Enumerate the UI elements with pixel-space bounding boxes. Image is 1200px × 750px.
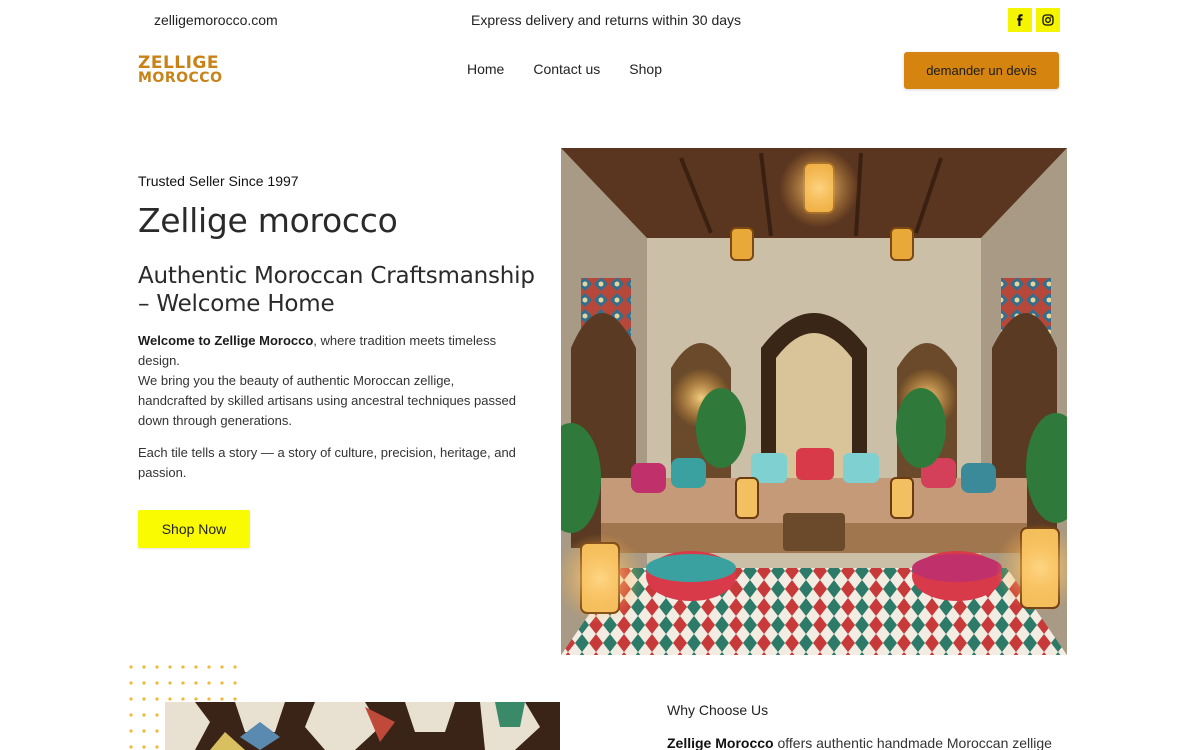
request-quote-button[interactable]: demander un devis	[904, 52, 1059, 89]
zellige-tile-image	[165, 702, 560, 750]
nav-contact-us[interactable]: Contact us	[533, 61, 600, 77]
site-domain-link[interactable]: zelligemorocco.com	[154, 12, 278, 28]
instagram-icon[interactable]	[1036, 8, 1060, 32]
why-text-rest: offers authentic handmade Moroccan zelli…	[773, 735, 1052, 750]
hero-intro-bold: Welcome to Zellige Morocco	[138, 333, 314, 348]
why-text-bold: Zellige Morocco	[667, 735, 774, 750]
logo-line-1: ZELLIGE	[138, 53, 219, 73]
nav-shop[interactable]: Shop	[629, 61, 662, 77]
promo-text: Express delivery and returns within 30 d…	[471, 12, 742, 28]
why-choose-us-text: Zellige Morocco offers authentic handmad…	[667, 735, 1052, 750]
hero-intro-line2: We bring you the beauty of authentic Mor…	[138, 373, 516, 428]
hero-story-paragraph: Each tile tells a story — a story of cul…	[138, 445, 516, 480]
logo[interactable]: ZELLIGE MOROCCO	[138, 53, 232, 86]
hero-intro-paragraph: Welcome to Zellige Morocco, where tradit…	[138, 331, 518, 431]
hero-title: Zellige morocco	[138, 201, 398, 240]
nav-home[interactable]: Home	[467, 61, 504, 77]
top-bar: zelligemorocco.com Express delivery and …	[0, 0, 1200, 42]
why-choose-us-heading: Why Choose Us	[667, 702, 769, 718]
main-nav: Home Contact us Shop	[467, 61, 691, 77]
facebook-icon[interactable]	[1008, 8, 1032, 32]
hero-moroccan-interior-image	[561, 148, 1067, 655]
logo-line-2: MOROCCO	[138, 70, 223, 86]
shop-now-button[interactable]: Shop Now	[138, 510, 250, 548]
hero-subtitle: Authentic Moroccan Craftsmanship – Welco…	[138, 263, 535, 317]
hero-eyebrow: Trusted Seller Since 1997	[138, 173, 299, 189]
